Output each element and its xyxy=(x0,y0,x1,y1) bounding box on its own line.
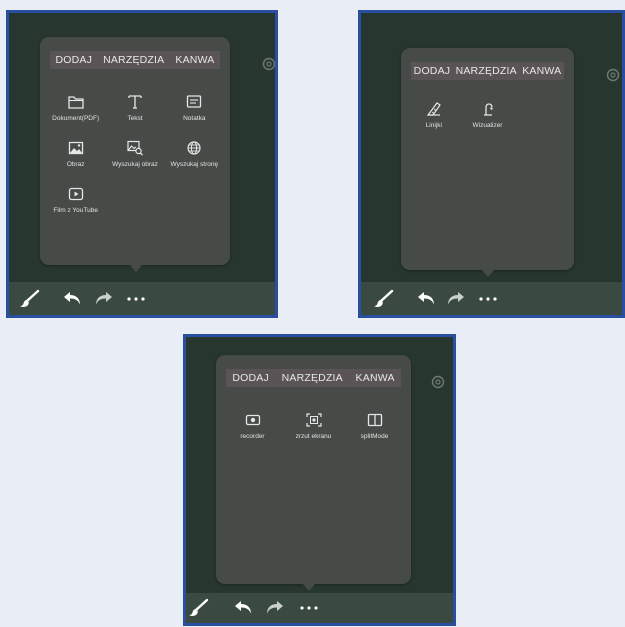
note-icon xyxy=(184,93,204,111)
screenshot-button[interactable]: zrzut ekranu xyxy=(283,411,344,441)
brush-tool-button[interactable] xyxy=(371,289,395,309)
recorder-button[interactable]: recorder xyxy=(222,411,283,441)
add-pdf-document-button[interactable]: Dokument(PDF) xyxy=(46,93,105,123)
globe-icon xyxy=(184,139,204,157)
tab-tools[interactable]: NARZĘDZIA xyxy=(456,65,517,77)
more-icon xyxy=(479,296,497,301)
screenshot-icon xyxy=(304,411,324,429)
screenshot-canvas-menu: DODAJ NARZĘDZIA KANWA recorder zrzut ekr… xyxy=(183,334,456,626)
tab-tools[interactable]: NARZĘDZIA xyxy=(282,372,343,384)
undo-button[interactable] xyxy=(232,599,254,617)
add-items-grid: Dokument(PDF) Tekst Notatka Obraz Wyszuk… xyxy=(46,93,224,215)
tab-add[interactable]: DODAJ xyxy=(232,372,269,384)
item-label: splitMode xyxy=(360,433,389,440)
redo-button[interactable] xyxy=(445,290,467,308)
tab-add[interactable]: DODAJ xyxy=(414,65,451,77)
brush-icon xyxy=(189,598,209,616)
add-text-button[interactable]: Tekst xyxy=(105,93,164,123)
brush-icon xyxy=(20,289,40,307)
undo-icon xyxy=(235,601,251,614)
menu-tabs: DODAJ NARZĘDZIA KANWA xyxy=(411,62,564,80)
menu-pointer xyxy=(302,583,316,591)
menu-tabs: DODAJ NARZĘDZIA KANWA xyxy=(226,369,401,387)
item-label: Wizualizer xyxy=(472,122,503,129)
video-play-icon xyxy=(66,185,86,203)
redo-button[interactable] xyxy=(264,599,286,617)
undo-button[interactable] xyxy=(61,290,83,308)
item-label: Linijki xyxy=(425,122,442,129)
redo-button[interactable] xyxy=(93,290,115,308)
item-label: Tekst xyxy=(127,115,143,122)
more-options-button[interactable] xyxy=(477,295,499,303)
item-label: Film z YouTube xyxy=(53,207,98,214)
search-page-button[interactable]: Wyszukaj stronę xyxy=(165,139,224,169)
search-image-button[interactable]: Wyszukaj obraz xyxy=(105,139,164,169)
item-label: Wyszukaj obraz xyxy=(112,161,158,168)
bottom-toolbar xyxy=(361,282,622,315)
item-label: zrzut ekranu xyxy=(295,433,332,440)
bottom-toolbar xyxy=(9,282,275,315)
bottom-toolbar xyxy=(186,593,453,623)
settings-gear-icon[interactable] xyxy=(605,67,621,83)
item-label: Notatka xyxy=(183,115,206,122)
split-mode-icon xyxy=(365,411,385,429)
tab-canvas[interactable]: KANWA xyxy=(356,372,395,384)
more-icon xyxy=(300,606,318,610)
undo-icon xyxy=(418,291,434,304)
brush-tool-button[interactable] xyxy=(186,598,210,618)
screenshot-add-menu: DODAJ NARZĘDZIA KANWA Dokument(PDF) Teks… xyxy=(6,10,278,318)
more-options-button[interactable] xyxy=(125,295,147,303)
rulers-button[interactable]: Linijki xyxy=(407,100,461,130)
redo-icon xyxy=(267,601,283,614)
tab-add[interactable]: DODAJ xyxy=(55,54,92,66)
undo-button[interactable] xyxy=(415,290,437,308)
text-icon xyxy=(125,93,145,111)
tools-items-grid: Linijki Wizualizer xyxy=(407,100,568,130)
screenshot-tools-menu: DODAJ NARZĘDZIA KANWA Linijki Wizualizer xyxy=(358,10,625,318)
tab-canvas[interactable]: KANWA xyxy=(522,65,561,77)
menu-pointer xyxy=(481,269,495,277)
item-label: Wyszukaj stronę xyxy=(170,161,219,168)
item-label: recorder xyxy=(240,433,265,440)
item-label: Obraz xyxy=(66,161,85,168)
tab-tools[interactable]: NARZĘDZIA xyxy=(103,54,164,66)
add-menu-panel: DODAJ NARZĘDZIA KANWA Dokument(PDF) Teks… xyxy=(40,37,230,272)
canvas-items-grid: recorder zrzut ekranu splitMode xyxy=(222,411,405,441)
undo-icon xyxy=(64,291,80,304)
more-options-button[interactable] xyxy=(298,604,320,612)
recorder-icon xyxy=(243,411,263,429)
add-image-button[interactable]: Obraz xyxy=(46,139,105,169)
redo-icon xyxy=(448,291,464,304)
split-mode-button[interactable]: splitMode xyxy=(344,411,405,441)
redo-icon xyxy=(96,291,112,304)
settings-gear-icon[interactable] xyxy=(430,374,446,390)
folder-icon xyxy=(66,93,86,111)
tab-canvas[interactable]: KANWA xyxy=(175,54,214,66)
add-youtube-video-button[interactable]: Film z YouTube xyxy=(46,185,105,215)
menu-pointer xyxy=(129,264,143,272)
tools-menu-panel: DODAJ NARZĘDZIA KANWA Linijki Wizualizer xyxy=(401,48,574,277)
image-icon xyxy=(66,139,86,157)
more-icon xyxy=(127,296,145,301)
item-label: Dokument(PDF) xyxy=(52,115,100,122)
image-search-icon xyxy=(125,139,145,157)
ruler-icon xyxy=(424,100,444,118)
settings-gear-icon[interactable] xyxy=(261,56,277,72)
brush-icon xyxy=(374,289,394,307)
menu-tabs: DODAJ NARZĘDZIA KANWA xyxy=(50,51,220,69)
canvas-menu-panel: DODAJ NARZĘDZIA KANWA recorder zrzut ekr… xyxy=(216,355,411,591)
brush-tool-button[interactable] xyxy=(17,289,41,309)
add-note-button[interactable]: Notatka xyxy=(165,93,224,123)
visualizer-button[interactable]: Wizualizer xyxy=(461,100,515,130)
visualizer-icon xyxy=(477,100,497,118)
